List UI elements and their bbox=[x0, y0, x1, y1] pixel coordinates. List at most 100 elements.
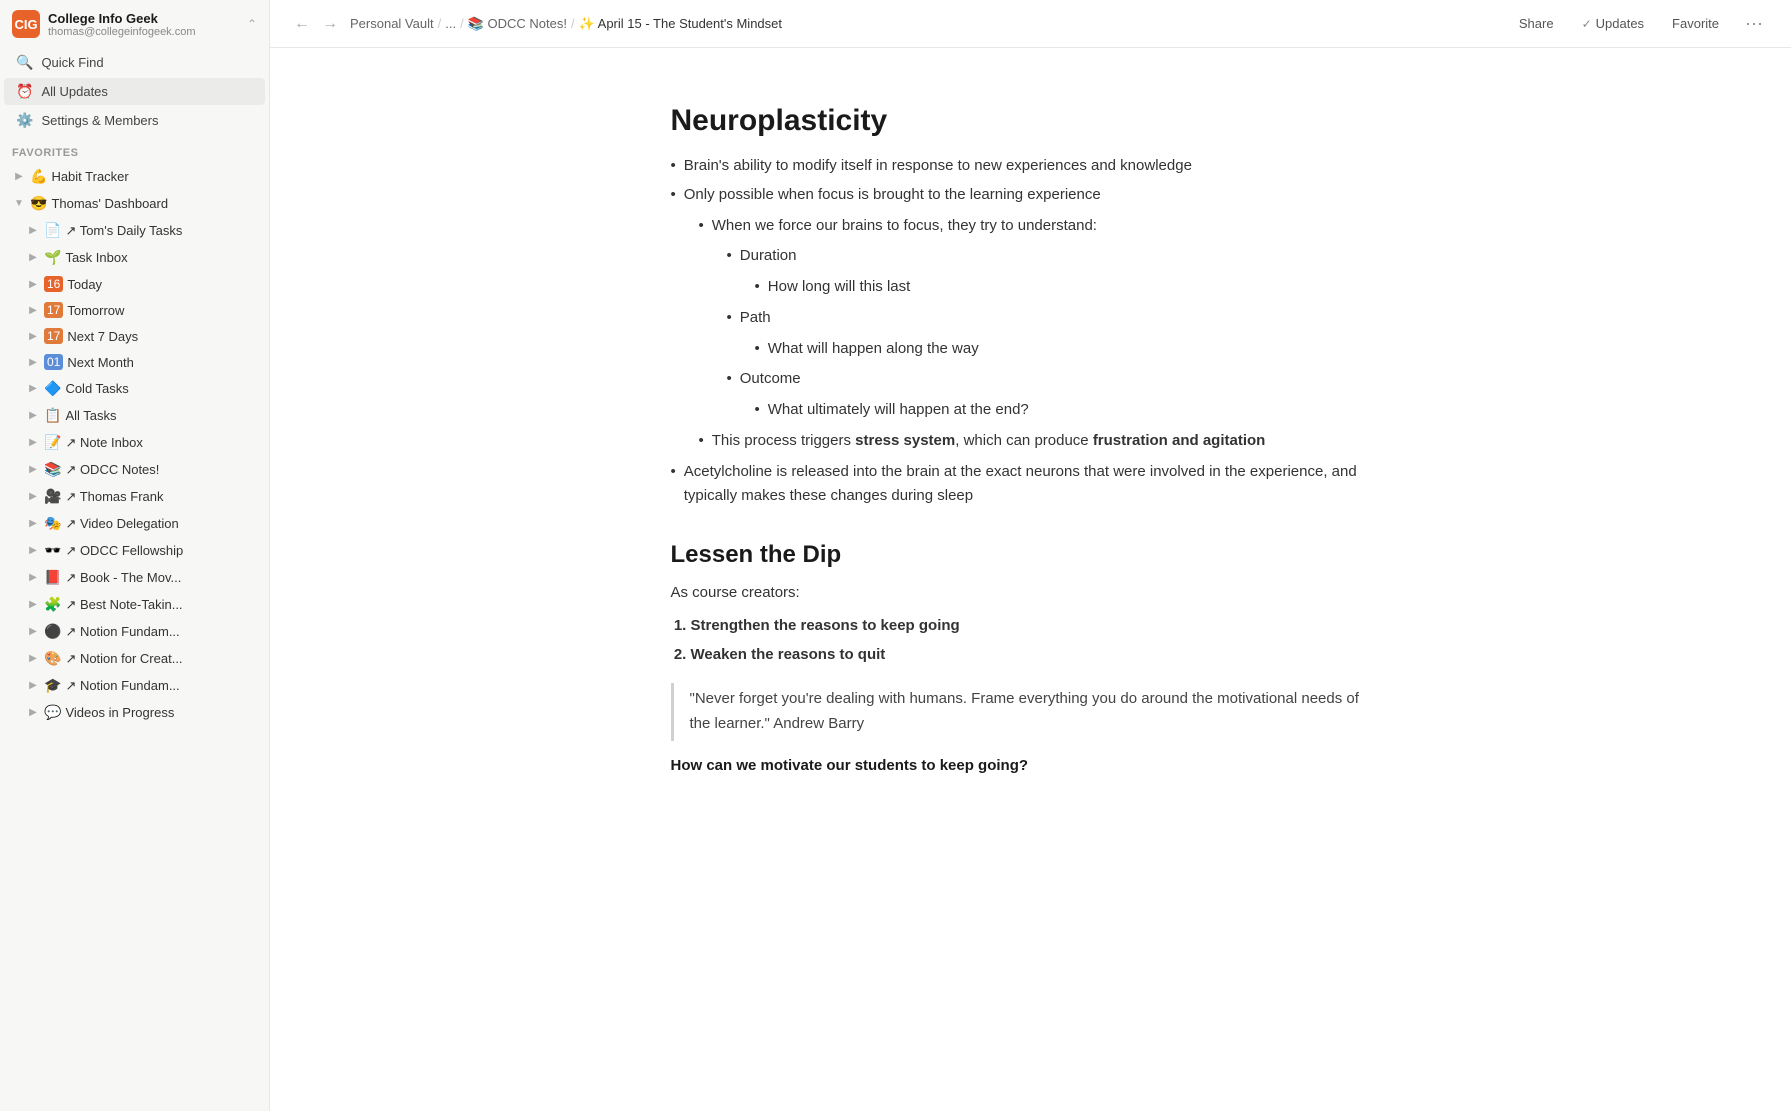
share-label: Share bbox=[1519, 16, 1554, 31]
content-area: Neuroplasticity Brain's ability to modif… bbox=[270, 48, 1791, 1111]
toms-daily-tasks-label: ↗ Tom's Daily Tasks bbox=[65, 223, 182, 239]
forward-button[interactable]: → bbox=[318, 11, 342, 37]
next-7-days-label: Next 7 Days bbox=[67, 329, 138, 344]
path-child-1: What will happen along the way bbox=[755, 337, 1391, 362]
odcc-fellowship-label: ↗ ODCC Fellowship bbox=[65, 543, 183, 559]
expand-icon: ▶ bbox=[26, 410, 40, 421]
breadcrumb-sep-3: / bbox=[571, 16, 575, 31]
sidebar-item-thomas-dashboard[interactable]: ▼ 😎 Thomas' Dashboard bbox=[4, 191, 265, 216]
sidebar-item-notion-for-creat[interactable]: ▶ 🎨 ↗ Notion for Creat... bbox=[4, 646, 265, 671]
check-icon: ✓ bbox=[1582, 17, 1592, 31]
notion-for-creat-label: ↗ Notion for Creat... bbox=[65, 651, 182, 667]
sidebar-item-tomorrow[interactable]: ▶ 17 Tomorrow bbox=[4, 298, 265, 322]
blockquote: "Never forget you're dealing with humans… bbox=[671, 683, 1391, 741]
note-inbox-label: ↗ Note Inbox bbox=[65, 435, 142, 451]
sidebar-item-all-updates[interactable]: ⏰ All Updates bbox=[4, 78, 265, 105]
acetylcholine-bullet: Acetylcholine is released into the brain… bbox=[671, 460, 1391, 510]
notion-fundam-label: ↗ Notion Fundam... bbox=[65, 624, 179, 640]
sidebar-item-odcc-fellowship[interactable]: ▶ 🕶️ ↗ ODCC Fellowship bbox=[4, 538, 265, 563]
thomas-frank-label: ↗ Thomas Frank bbox=[65, 489, 163, 505]
topbar: ← → Personal Vault / ... / 📚 ODCC Notes!… bbox=[270, 0, 1791, 48]
sidebar-item-notion-fundam[interactable]: ▶ ⚫ ↗ Notion Fundam... bbox=[4, 619, 265, 644]
document: Neuroplasticity Brain's ability to modif… bbox=[671, 104, 1391, 774]
breadcrumb-current: ✨ April 15 - The Student's Mindset bbox=[579, 16, 782, 32]
expand-icon: ▶ bbox=[12, 171, 26, 182]
settings-label: Settings & Members bbox=[41, 113, 158, 128]
expand-icon: ▶ bbox=[26, 545, 40, 556]
clock-icon: ⏰ bbox=[16, 83, 33, 100]
expand-icon: ▶ bbox=[26, 599, 40, 610]
sidebar-item-settings[interactable]: ⚙️ Settings & Members bbox=[4, 107, 265, 134]
expand-icon: ▶ bbox=[26, 357, 40, 368]
expand-icon: ▶ bbox=[26, 437, 40, 448]
expand-icon: ▶ bbox=[26, 653, 40, 664]
tomorrow-label: Tomorrow bbox=[67, 303, 124, 318]
path-list: Path bbox=[671, 306, 1391, 331]
quick-find-label: Quick Find bbox=[41, 55, 103, 70]
sidebar-item-videos-in-progress[interactable]: ▶ 💬 Videos in Progress bbox=[4, 700, 265, 725]
share-button[interactable]: Share bbox=[1509, 11, 1564, 36]
bullet-1: Brain's ability to modify itself in resp… bbox=[671, 154, 1391, 179]
workspace-name: College Info Geek bbox=[48, 11, 239, 26]
breadcrumb-odcc-notes[interactable]: 📚 ODCC Notes! bbox=[468, 16, 567, 32]
breadcrumb-personal-vault[interactable]: Personal Vault bbox=[350, 16, 434, 31]
sidebar-item-book-mov[interactable]: ▶ 📕 ↗ Book - The Mov... bbox=[4, 565, 265, 590]
favorite-button[interactable]: Favorite bbox=[1662, 11, 1729, 36]
favorites-section-label: FAVORITES bbox=[0, 135, 269, 163]
main-bullets: Brain's ability to modify itself in resp… bbox=[671, 154, 1391, 208]
best-note-takin-label: ↗ Best Note-Takin... bbox=[65, 597, 182, 613]
section1-heading: Neuroplasticity bbox=[671, 104, 1391, 138]
updates-button[interactable]: ✓ Updates bbox=[1572, 11, 1654, 36]
breadcrumb-ellipsis[interactable]: ... bbox=[445, 16, 456, 31]
sidebar-item-video-delegation[interactable]: ▶ 🎭 ↗ Video Delegation bbox=[4, 511, 265, 536]
book-mov-label: ↗ Book - The Mov... bbox=[65, 570, 181, 586]
expand-icon: ▶ bbox=[26, 252, 40, 263]
path-children: What will happen along the way bbox=[671, 337, 1391, 362]
back-button[interactable]: ← bbox=[290, 11, 314, 37]
workspace-email: thomas@collegeinfogeek.com bbox=[48, 26, 239, 38]
sidebar-item-next-month[interactable]: ▶ 01 Next Month bbox=[4, 350, 265, 374]
sidebar-item-quick-find[interactable]: 🔍 Quick Find bbox=[4, 49, 265, 76]
sub-bullet-intro-list: When we force our brains to focus, they … bbox=[671, 214, 1391, 239]
sidebar-item-cold-tasks[interactable]: ▶ 🔷 Cold Tasks bbox=[4, 376, 265, 401]
breadcrumb: Personal Vault / ... / 📚 ODCC Notes! / ✨… bbox=[350, 16, 782, 32]
expand-icon: ▶ bbox=[26, 225, 40, 236]
numbered-list: Strengthen the reasons to keep going Wea… bbox=[671, 614, 1391, 668]
section2-heading: Lessen the Dip bbox=[671, 541, 1391, 569]
thomas-dashboard-label: Thomas' Dashboard bbox=[51, 196, 168, 211]
workspace-icon: CIG bbox=[12, 10, 40, 38]
sidebar-item-toms-daily-tasks[interactable]: ▶ 📄 ↗ Tom's Daily Tasks bbox=[4, 218, 265, 243]
sidebar-item-note-inbox[interactable]: ▶ 📝 ↗ Note Inbox bbox=[4, 430, 265, 455]
duration-children: How long will this last bbox=[671, 275, 1391, 300]
today-label: Today bbox=[67, 277, 102, 292]
outcome-bullet: Outcome bbox=[727, 367, 1391, 392]
main-content: ← → Personal Vault / ... / 📚 ODCC Notes!… bbox=[270, 0, 1791, 1111]
expand-icon: ▶ bbox=[26, 518, 40, 529]
sidebar-item-habit-tracker[interactable]: ▶ 💪 Habit Tracker bbox=[4, 164, 265, 189]
as-course-creators: As course creators: bbox=[671, 581, 1391, 606]
more-button[interactable]: ··· bbox=[1737, 9, 1771, 38]
video-delegation-label: ↗ Video Delegation bbox=[65, 516, 178, 532]
all-tasks-label: All Tasks bbox=[65, 408, 116, 423]
sidebar-item-thomas-frank[interactable]: ▶ 🎥 ↗ Thomas Frank bbox=[4, 484, 265, 509]
sidebar-item-best-note-takin[interactable]: ▶ 🧩 ↗ Best Note-Takin... bbox=[4, 592, 265, 617]
duration-bullet: Duration bbox=[727, 244, 1391, 269]
sidebar-item-all-tasks[interactable]: ▶ 📋 All Tasks bbox=[4, 403, 265, 428]
search-icon: 🔍 bbox=[16, 54, 33, 71]
sub-bullet-intro: When we force our brains to focus, they … bbox=[699, 214, 1391, 239]
sidebar-item-notion-fundam-2[interactable]: ▶ 🎓 ↗ Notion Fundam... bbox=[4, 673, 265, 698]
notion-fundam-2-label: ↗ Notion Fundam... bbox=[65, 678, 179, 694]
breadcrumb-sep-2: / bbox=[460, 16, 464, 31]
workspace-header[interactable]: CIG College Info Geek thomas@collegeinfo… bbox=[0, 0, 269, 48]
next-month-label: Next Month bbox=[67, 355, 133, 370]
sidebar-item-today[interactable]: ▶ 16 Today bbox=[4, 272, 265, 296]
sidebar-item-next-7-days[interactable]: ▶ 17 Next 7 Days bbox=[4, 324, 265, 348]
all-updates-label: All Updates bbox=[41, 84, 107, 99]
expand-icon: ▶ bbox=[26, 383, 40, 394]
sidebar-item-task-inbox[interactable]: ▶ 🌱 Task Inbox bbox=[4, 245, 265, 270]
outcome-list: Outcome bbox=[671, 367, 1391, 392]
duration-child-1: How long will this last bbox=[755, 275, 1391, 300]
expand-icon: ▼ bbox=[12, 198, 26, 209]
expand-icon: ▶ bbox=[26, 707, 40, 718]
sidebar-item-odcc-notes[interactable]: ▶ 📚 ↗ ODCC Notes! bbox=[4, 457, 265, 482]
